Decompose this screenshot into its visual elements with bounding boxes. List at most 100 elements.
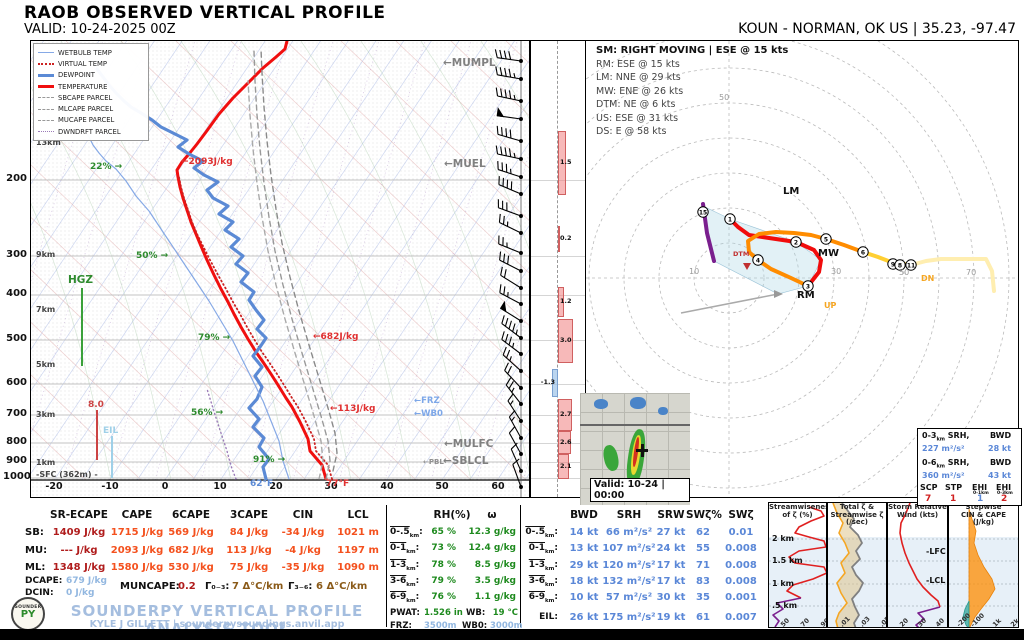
annotation: RM [797,290,815,301]
bottom-border-band [0,629,1024,640]
shear-value: 10 kt [569,592,599,604]
storm-motion-title: SM: RIGHT MOVING | ESE @ 15 kts [596,45,789,56]
thermo-value: 75 J/kg [229,562,269,573]
wetbulb-line-sample [38,52,54,54]
thermo-header: LCL [347,509,369,521]
legend-item: SBCAPE PARCEL [38,92,144,103]
legend-item-label: TEMPERATURE [58,82,108,91]
pwat-label: PWAT: [390,608,420,618]
stepwise-cape-panel-title: Stepwise CIN & CAPE (J/kg) [960,503,1007,526]
figure-canvas: RAOB OBSERVED VERTICAL PROFILE VALID: 10… [0,0,1024,640]
station-crosshair-icon [640,444,644,457]
dcin-value: 0 J/kg [66,588,95,598]
annotation: -LFC [926,547,946,556]
annotation: ←MULFC [444,438,494,450]
shear-value: 29 kt [569,559,599,571]
temperature-tick: 10 [213,481,227,492]
wb-label: WB: [466,608,486,618]
pressure-tick: 200 [6,173,27,184]
annotation: ←113J/kg [330,404,376,414]
omega-bar-value: 3.0 [560,336,572,344]
logo-text-main: PY [20,609,36,620]
annotation: 50% → [136,251,169,261]
stepwise-cape-panel: Stepwise CIN & CAPE (J/kg) -200 -100 1k 2k [948,502,1019,628]
shear-value: 0.008 [725,575,757,587]
height-label: -SFC (362m) - [36,470,98,479]
legend-item-label: SBCAPE PARCEL [58,93,113,102]
parcel-line-sample [38,97,54,99]
parcel-line-sample [38,119,54,121]
annotation: -LCL [926,576,946,585]
shear-value: 0.007 [725,612,757,623]
annotation: 10 [689,267,700,276]
thermo-value: 1090 m [337,562,379,573]
pressure-tick: 700 [6,408,27,419]
storm-motion-line: MW: ENE @ 26 kts [596,85,684,97]
shear-header: SWζ% [686,509,722,521]
pressure-tick: 300 [6,249,27,260]
lapse-3-6-value: 6 Δ°C/km [316,581,368,592]
annotation: HGZ [68,274,94,286]
shear-value: 19 kt [656,612,686,623]
radar-echo-blue [658,407,668,415]
rh-row-label: 0-.5km: [390,527,423,539]
legend-item: TEMPERATURE [38,81,144,92]
shear-value: 107 m²/s² [602,543,656,555]
legend-item-label: VIRTUAL TEMP [58,59,108,68]
mixing-ratio-value: 1.1 g/kg [474,592,516,603]
shear-row-label: 3-6km: [528,575,558,588]
sounderpy-logo: SOUNDER PY [11,597,45,631]
shear-value: 35 [696,592,710,604]
shear-value: 17 kt [656,559,686,571]
thermo-value: 1348 J/kg [52,562,106,573]
legend-item-label: MLCAPE PARCEL [58,105,114,114]
legend-item: DEWPOINT [38,70,144,81]
annotation: ←FRZ [414,396,440,406]
shear-value: 24 kt [656,543,686,555]
annotation: .5 km [772,601,798,610]
storm-motion-line: RM: ESE @ 15 kts [596,58,680,70]
annotation: ←SBLCL [443,455,489,467]
pressure-tick: 800 [6,436,27,447]
shear-value: 0.008 [725,543,757,555]
svg-text:6: 6 [861,249,865,256]
streamwiseness-panel-title: Streamwisenessof ζ (%) [769,503,826,519]
composite-value: 7 [925,494,932,504]
temperature-tick: 50 [435,481,449,492]
page-title: RAOB OBSERVED VERTICAL PROFILE [24,3,386,23]
table-divider [386,505,387,627]
shear-value: 0.008 [725,559,757,571]
lapse-0-3-value: 7 Δ°C/km [232,581,284,592]
height-label: 5km [36,360,56,369]
svg-text:4: 4 [756,257,760,264]
thermo-value: 682 J/kg [168,544,214,556]
svg-text:15: 15 [699,209,707,216]
svg-text:5: 5 [824,236,828,243]
thermo-value: -35 J/kg [281,562,325,573]
shear-value: 57 m²/s² [605,592,653,604]
svg-text:2: 2 [794,239,798,246]
shear-header: SRH [616,509,642,521]
thermo-value: 84 J/kg [229,527,269,538]
virtual-line-sample [38,62,54,65]
height-label: 3km [36,410,56,419]
rh-value: 76 % [431,592,456,603]
muncape-label: MUNCAPE: [120,581,180,592]
dcape-value: 679 J/kg [66,576,107,586]
height-label: 1km [36,458,56,467]
shear-row-label: 1-3km: [528,559,558,572]
thermo-header: 6CAPE [171,509,210,521]
thermo-row-label: ML: [25,562,46,573]
parcel-line-sample [38,108,54,110]
annotation: EIL [103,426,119,436]
radar-map-inset: Valid: 10-24 | 00:00 [580,393,690,505]
annotation: 30 [831,267,842,276]
annotation: 56% → [191,408,224,418]
shear-value: 62 [696,527,710,538]
rh-header: RH(%) [433,509,471,521]
thermo-value: 2093 J/kg [110,544,164,556]
rh-row-label: 0-1km: [390,543,420,556]
omega-inset-panel: 1.5 0.2 1.2 3.0 -1.3 2.7 2.6 2.1 [530,40,586,498]
srh-0-3-header: 0-3km SRH, [922,431,970,443]
mixing-ratio-value: 3.5 g/kg [474,575,516,586]
